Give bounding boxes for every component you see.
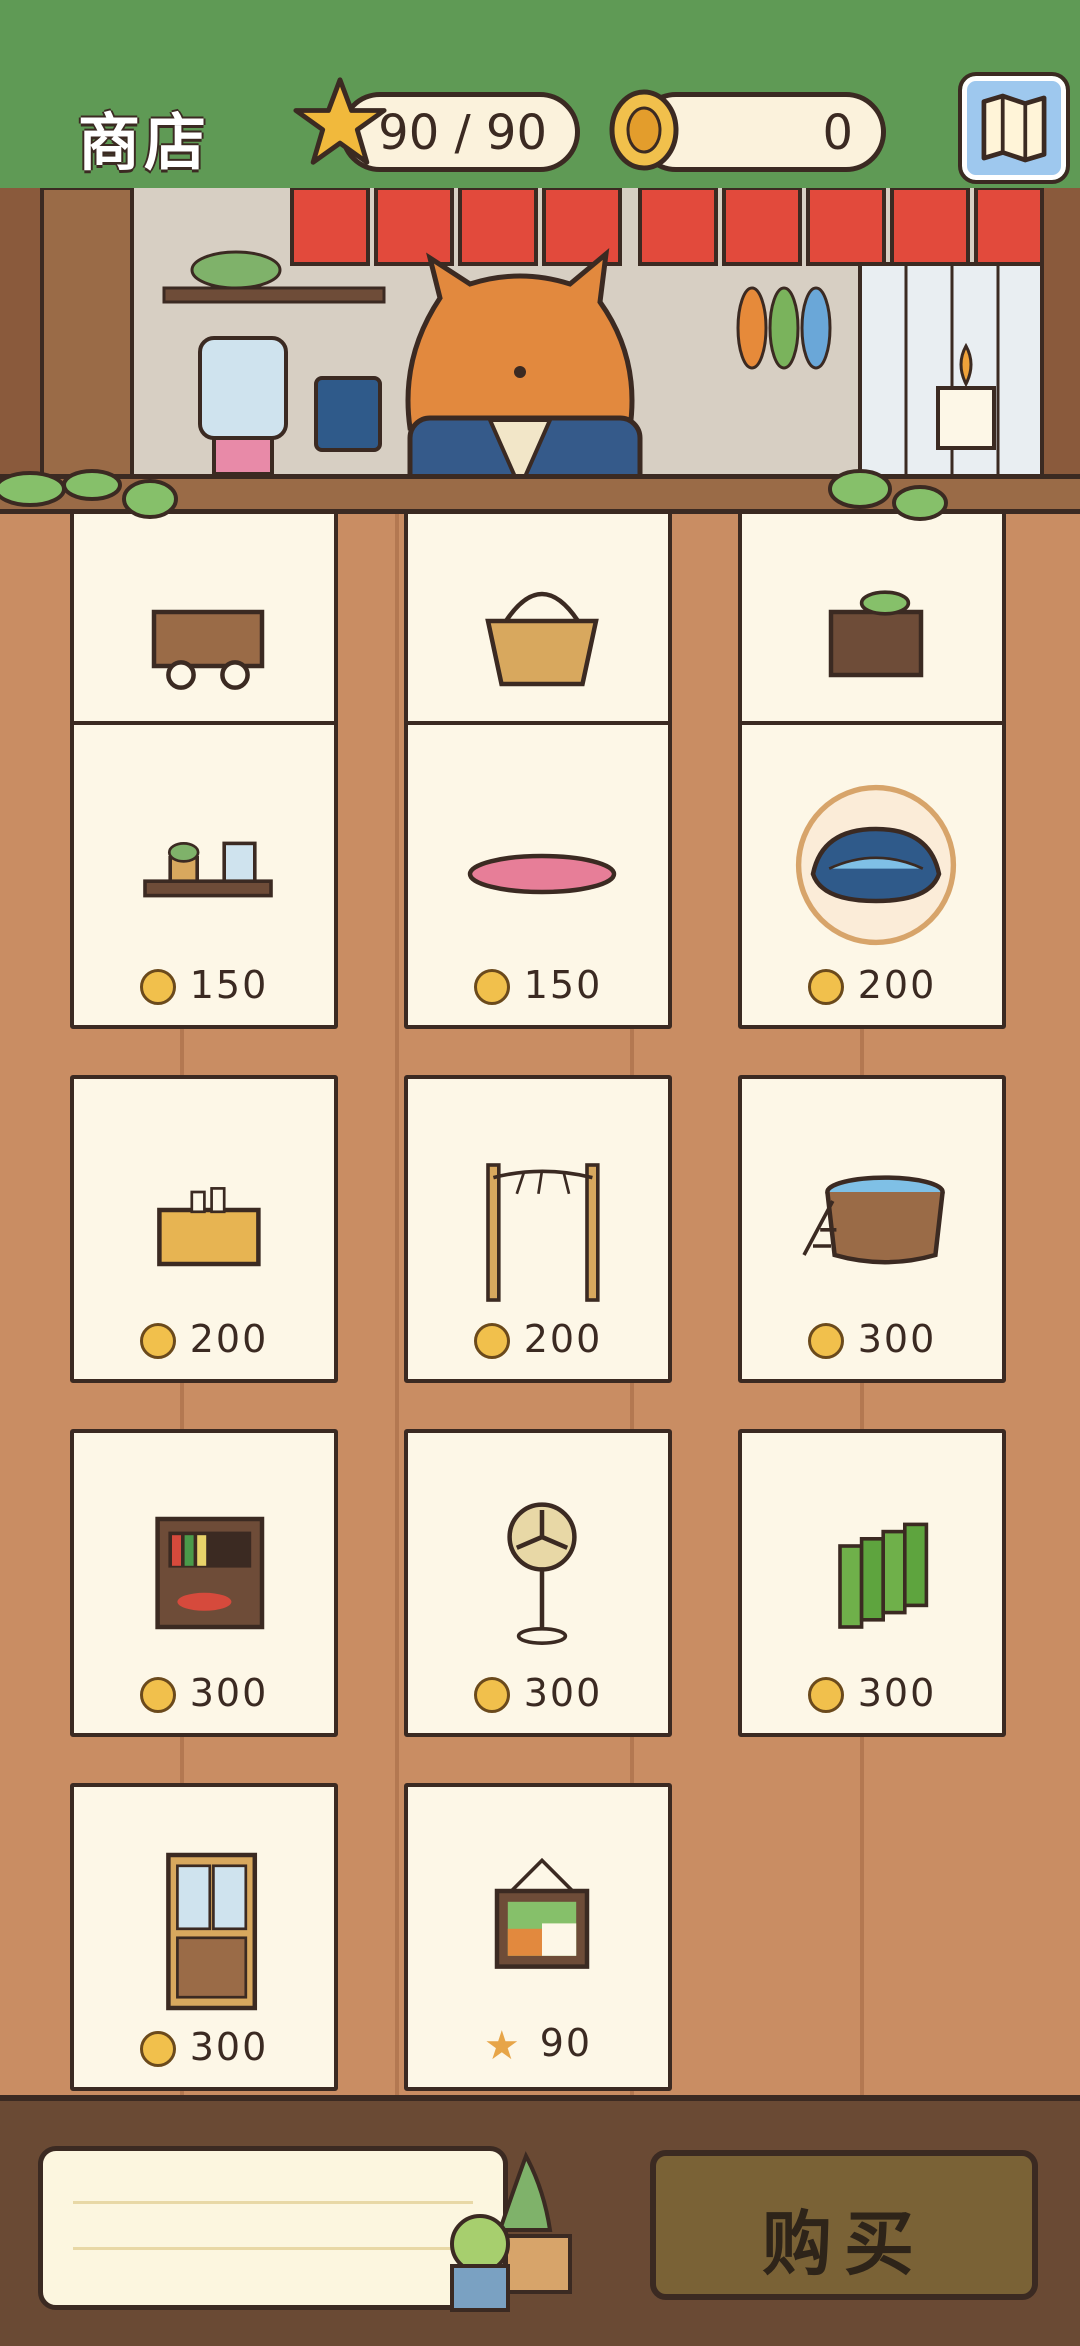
item-price-value: 300	[857, 1671, 937, 1715]
coin-icon	[473, 969, 510, 1005]
fan-icon	[507, 1502, 577, 1645]
shelf-icon	[143, 841, 273, 898]
potted-plant-icon	[450, 2151, 572, 2312]
note-line	[73, 2247, 473, 2250]
item-price: 300	[408, 1671, 668, 1715]
wagon-icon	[151, 609, 265, 690]
basket-icon	[485, 591, 599, 687]
item-card[interactable]: 200	[404, 1075, 672, 1383]
pillar-right	[1040, 188, 1080, 488]
item-grid[interactable]: 150150150150150200200200300300300300300★…	[0, 505, 1080, 2095]
item-card[interactable]: 150	[70, 721, 338, 1029]
item-price: 200	[74, 1317, 334, 1361]
item-price: 300	[74, 2025, 334, 2069]
coin-icon	[473, 1323, 510, 1359]
item-price-value: 150	[523, 963, 603, 1007]
coin-icon	[807, 969, 844, 1005]
item-card[interactable]: 300	[404, 1429, 672, 1737]
coin-icon	[807, 1323, 844, 1359]
item-price-value: 300	[857, 1317, 937, 1361]
item-card[interactable]: 200	[738, 721, 1006, 1029]
item-price: 200	[742, 963, 1002, 1007]
item-price-value: 200	[189, 1317, 269, 1361]
bamboo-screen-icon	[838, 1522, 929, 1629]
item-price-value: 200	[857, 963, 937, 1007]
dog-bed-icon	[795, 784, 957, 946]
coin-icon	[807, 1677, 844, 1713]
item-card[interactable]: 300	[738, 1075, 1006, 1383]
item-price: 200	[408, 1317, 668, 1361]
leaves-decoration	[0, 469, 948, 521]
item-price-value: 200	[523, 1317, 603, 1361]
cushion-icon	[467, 853, 617, 895]
item-card[interactable]: 300	[70, 1429, 338, 1737]
bookshelf-icon	[155, 1516, 265, 1630]
item-price: 300	[742, 1671, 1002, 1715]
stars-value: 90 / 90	[378, 105, 547, 161]
item-card[interactable]: 300	[70, 1783, 338, 2091]
tub-icon	[802, 1175, 945, 1265]
note-line	[73, 2201, 473, 2204]
cabinet-icon	[166, 1852, 258, 2011]
coin-icon	[139, 1677, 176, 1713]
star-icon: ★	[483, 2023, 522, 2069]
item-card[interactable]: ★ 90	[404, 1783, 672, 2091]
picture-frame-icon	[494, 1857, 590, 1969]
coin-icon	[139, 1323, 176, 1359]
candle-box-icon	[157, 1187, 261, 1267]
coin-icon	[139, 2031, 176, 2067]
item-price: 150	[74, 963, 334, 1007]
coin-icon	[473, 1677, 510, 1713]
item-price-value: 300	[189, 1671, 269, 1715]
map-icon	[981, 93, 1047, 163]
wood-grain	[395, 505, 399, 2095]
clothesline-icon	[486, 1163, 600, 1302]
box-icon	[828, 590, 924, 678]
item-price-value: 300	[523, 1671, 603, 1715]
item-card[interactable]: 150	[404, 721, 672, 1029]
pillar-left	[0, 188, 44, 488]
page-title: 商店	[78, 106, 211, 179]
buy-button[interactable]: 购买	[650, 2150, 1038, 2300]
item-price-value: 300	[189, 2025, 269, 2069]
star-icon	[293, 77, 387, 165]
map-button[interactable]	[958, 72, 1070, 184]
item-price: 150	[408, 963, 668, 1007]
buy-button-label: 购买	[762, 2203, 926, 2285]
item-description-box	[38, 2146, 508, 2310]
item-card[interactable]: 200	[70, 1075, 338, 1383]
coins-value: 0	[822, 105, 853, 161]
item-price-value: 90	[539, 2021, 593, 2065]
item-card[interactable]: 300	[738, 1429, 1006, 1737]
coin-icon	[609, 89, 679, 171]
item-price-value: 150	[189, 963, 269, 1007]
item-price: 300	[742, 1317, 1002, 1361]
coin-icon	[139, 969, 176, 1005]
item-price: 300	[74, 1671, 334, 1715]
item-price: ★ 90	[408, 2021, 668, 2069]
